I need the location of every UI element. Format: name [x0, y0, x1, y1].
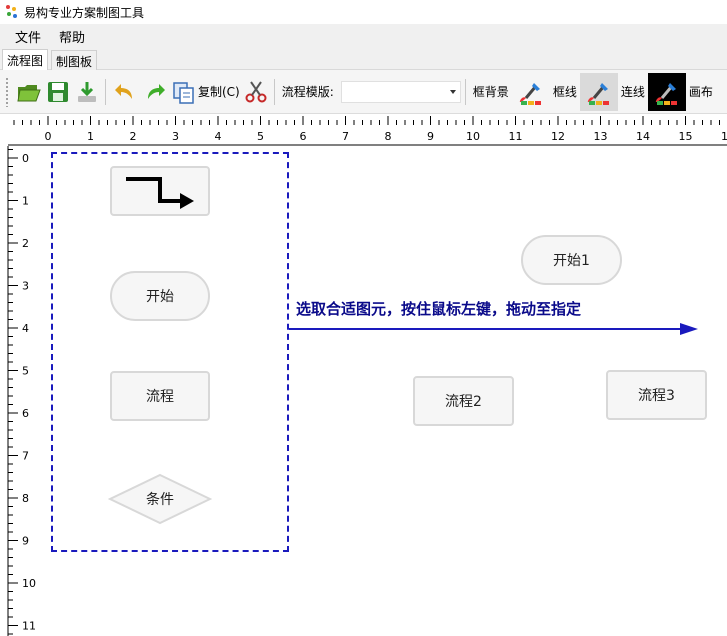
ruler-tick-label: 7	[342, 130, 349, 143]
ruler-tick-label: 7	[22, 450, 29, 463]
ruler-tick-label: 5	[257, 130, 264, 143]
drag-hint-arrow	[289, 323, 698, 335]
diagram-node-label: 流程2	[445, 394, 482, 410]
color-picker-icon	[655, 82, 677, 105]
open-button[interactable]	[15, 76, 41, 108]
app-logo-icon	[4, 4, 20, 20]
save-button[interactable]	[45, 76, 71, 108]
export-button[interactable]	[75, 76, 99, 108]
ruler-tick-label: 16	[721, 130, 727, 143]
ruler-tick-label: 9	[427, 130, 434, 143]
connector-arrow-icon	[126, 177, 194, 209]
palette-start-shape[interactable]: 开始	[110, 271, 210, 321]
ruler-tick-label: 10	[466, 130, 480, 143]
ruler-tick-label: 1	[22, 195, 29, 208]
frame-bg-color-button[interactable]	[512, 73, 550, 111]
palette-process-label: 流程	[146, 389, 174, 405]
horizontal-ruler: 012345678910111213141516	[8, 116, 727, 146]
template-select[interactable]	[340, 80, 461, 103]
vertical-ruler: 0 1 2 3 4 5 6 7 8 9 10 11	[7, 146, 36, 636]
diagram-node-start[interactable]: 开始1	[521, 235, 622, 285]
ruler-tick-label: 8	[385, 130, 392, 143]
tab-flowchart[interactable]: 流程图	[2, 49, 49, 71]
color-picker-icon	[519, 82, 541, 105]
palette-condition-label: 条件	[146, 492, 174, 508]
download-icon	[78, 81, 96, 102]
ruler-tick-label: 5	[22, 365, 29, 378]
ruler-tick-label: 14	[636, 130, 650, 143]
diagram-node-process[interactable]: 流程3	[606, 370, 707, 420]
toolbar-grip[interactable]	[5, 76, 9, 107]
frame-bg-label[interactable]: 框背景	[473, 83, 509, 100]
drag-hint-text: 选取合适图元，按住鼠标左键，拖动至指定	[296, 300, 582, 318]
title-bar: 易构专业方案制图工具	[0, 0, 727, 24]
ruler-tick-label: 10	[22, 577, 36, 590]
ruler-tick-label: 0	[22, 152, 29, 165]
connector-color-button[interactable]	[647, 72, 686, 111]
ruler-tick-label: 11	[22, 620, 36, 633]
template-label: 流程模版:	[281, 85, 334, 99]
ruler-tick-label: 4	[22, 322, 29, 335]
frame-line-label[interactable]: 框线	[553, 83, 577, 100]
menu-file[interactable]: 文件	[6, 25, 50, 48]
tab-drawing-board[interactable]: 制图板	[51, 50, 98, 70]
cut-button[interactable]	[244, 76, 268, 108]
copy-icon	[173, 81, 194, 104]
toolbar-separator	[273, 78, 275, 105]
palette-connector-shape[interactable]	[110, 166, 210, 216]
ruler-tick-label: 0	[45, 130, 52, 143]
undo-icon	[115, 83, 132, 99]
scissors-icon	[245, 80, 267, 102]
open-folder-icon	[17, 84, 41, 101]
copy-button-label: 复制(C)	[198, 85, 240, 99]
canvas-label[interactable]: 画布	[689, 83, 713, 100]
toolbar-separator	[105, 78, 106, 105]
ruler-tick-label: 13	[594, 130, 608, 143]
redo-icon	[148, 83, 165, 99]
frame-line-color-button[interactable]	[579, 72, 618, 111]
diagram-node-label: 开始1	[553, 253, 590, 269]
chevron-down-icon	[449, 89, 456, 94]
ruler-tick-label: 1	[87, 130, 94, 143]
ruler-tick-label: 3	[172, 130, 179, 143]
ruler-tick-label: 2	[130, 130, 137, 143]
ruler-tick-label: 3	[22, 280, 29, 293]
diagram-node-process[interactable]: 流程2	[413, 376, 514, 426]
ruler-tick-label: 12	[551, 130, 565, 143]
ruler-tick-label: 2	[22, 237, 29, 250]
save-icon	[48, 81, 68, 102]
diagram-node-label: 流程3	[638, 388, 675, 404]
copy-button[interactable]: 复制(C)	[172, 76, 240, 108]
toolbar: 复制(C) 流程模版: 框背景 框线 连线 画布	[0, 70, 727, 114]
redo-button[interactable]	[142, 76, 168, 108]
window-title: 易构专业方案制图工具	[24, 5, 145, 20]
color-picker-icon	[587, 82, 609, 105]
palette-start-label: 开始	[146, 289, 174, 305]
ruler-tick-label: 15	[679, 130, 693, 143]
palette-condition-shape[interactable]: 条件	[108, 473, 212, 525]
ruler-tick-label: 4	[215, 130, 222, 143]
menu-bar: 文件 帮助	[0, 24, 727, 48]
ruler-tick-label: 8	[22, 492, 29, 505]
ruler-tick-label: 6	[22, 407, 29, 420]
tab-bar: 流程图 制图板	[0, 48, 727, 71]
palette-process-shape[interactable]: 流程	[110, 371, 210, 421]
connector-label[interactable]: 连线	[621, 83, 645, 100]
toolbar-separator	[464, 78, 466, 105]
ruler-tick-label: 11	[509, 130, 523, 143]
menu-help[interactable]: 帮助	[50, 25, 94, 48]
ruler-tick-label: 6	[300, 130, 307, 143]
undo-button[interactable]	[112, 76, 138, 108]
ruler-tick-label: 9	[22, 535, 29, 548]
